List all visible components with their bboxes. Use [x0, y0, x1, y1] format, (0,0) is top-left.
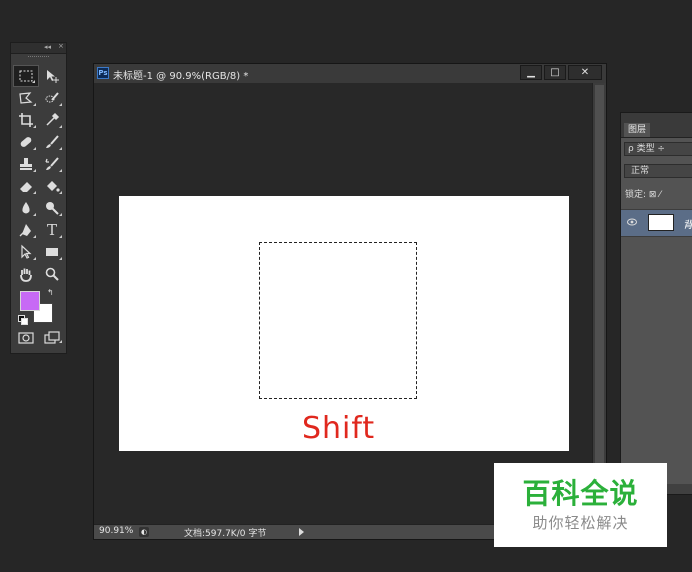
- document-size-info: 文档:597.7K/0 字节: [184, 529, 267, 539]
- canvas-area[interactable]: Shift: [94, 83, 593, 525]
- maximize-button[interactable]: □: [544, 65, 566, 80]
- eraser-icon: [20, 182, 32, 192]
- magnifier-icon: [45, 267, 59, 281]
- vertical-scrollbar[interactable]: [592, 83, 606, 525]
- eraser-tool[interactable]: [13, 175, 39, 197]
- document-titlebar[interactable]: Ps 未标题-1 @ 90.9%(RGB/8) * ▁ □ ✕: [94, 64, 606, 84]
- blend-mode-select[interactable]: 正常: [624, 164, 692, 178]
- path-selection-icon: [21, 244, 32, 259]
- watermark-subtitle: 助你轻松解决: [532, 514, 629, 532]
- lasso-icon: [19, 92, 33, 104]
- photoshop-logo-icon: Ps: [97, 67, 109, 79]
- rectangle-icon: [46, 248, 58, 256]
- screen-mode-icon: [44, 331, 60, 344]
- minimize-button[interactable]: ▁: [520, 65, 542, 80]
- eyedropper-tool[interactable]: [39, 109, 65, 131]
- paint-bucket-icon: [47, 181, 60, 192]
- status-menu-arrow-icon[interactable]: [299, 528, 304, 536]
- canvas-text: Shift: [302, 411, 376, 446]
- tab-layers[interactable]: 图层: [624, 123, 651, 137]
- swap-colors-icon[interactable]: ↰: [47, 288, 54, 297]
- watermark-title: 百科全说: [522, 477, 639, 510]
- close-window-button[interactable]: ✕: [568, 65, 602, 80]
- lock-controls[interactable]: 锁定: ⊠ ⁄: [625, 187, 661, 200]
- marquee-selection[interactable]: [259, 242, 417, 399]
- dodge-tool[interactable]: [39, 197, 65, 219]
- pen-tool[interactable]: [13, 219, 39, 241]
- status-info-icon[interactable]: ◐: [139, 527, 149, 537]
- eye-icon[interactable]: [627, 218, 637, 226]
- layers-panel: 图层 ρ 类型 ÷ 正常 锁定: ⊠ ⁄ 背: [620, 112, 692, 495]
- brush-icon: [46, 135, 59, 148]
- rectangle-tool[interactable]: [39, 241, 65, 263]
- foreground-color-swatch[interactable]: [20, 291, 40, 311]
- rectangular-marquee-tool[interactable]: [13, 65, 39, 87]
- zoom-tool[interactable]: [39, 263, 65, 285]
- document-title: 未标题-1 @ 90.9%(RGB/8) *: [113, 71, 249, 82]
- hand-tool[interactable]: [13, 263, 39, 285]
- dodge-icon: [46, 202, 59, 215]
- type-icon: T: [46, 221, 57, 239]
- lasso-tool[interactable]: [13, 87, 39, 109]
- pen-icon: [19, 224, 31, 237]
- close-icon[interactable]: ×: [58, 42, 64, 50]
- paint-bucket-tool[interactable]: [39, 175, 65, 197]
- scrollbar-thumb[interactable]: [595, 85, 604, 523]
- watermark-logo: 百科全说 助你轻松解决: [494, 463, 667, 547]
- move-icon: [47, 70, 59, 83]
- stamp-icon: [20, 158, 32, 170]
- brush-tool[interactable]: [39, 131, 65, 153]
- document-canvas[interactable]: Shift: [119, 196, 569, 451]
- blur-tool[interactable]: [13, 197, 39, 219]
- bandage-icon: [20, 137, 32, 147]
- quick-selection-icon: [45, 92, 59, 103]
- healing-brush-tool[interactable]: [13, 131, 39, 153]
- clone-stamp-tool[interactable]: [13, 153, 39, 175]
- crop-tool[interactable]: [13, 109, 39, 131]
- zoom-level[interactable]: 90.91%: [99, 526, 133, 536]
- screen-mode-button[interactable]: [39, 330, 65, 346]
- hand-icon: [20, 268, 32, 282]
- history-brush-tool[interactable]: [39, 153, 65, 175]
- quick-selection-tool[interactable]: [39, 87, 65, 109]
- layer-name: 背: [683, 220, 692, 231]
- quick-mask-icon: [18, 332, 34, 344]
- droplet-icon: [22, 202, 30, 214]
- layer-thumbnail: [648, 214, 674, 231]
- type-tool[interactable]: T: [39, 219, 65, 241]
- panel-grip[interactable]: [28, 56, 49, 62]
- color-swatches: ↰: [11, 288, 66, 328]
- crop-icon: [19, 113, 33, 127]
- history-brush-icon: [45, 157, 59, 170]
- tools-panel-header[interactable]: ◂◂ ×: [11, 42, 66, 54]
- default-colors-icon[interactable]: [18, 315, 28, 325]
- layer-filter-select[interactable]: ρ 类型 ÷: [624, 142, 692, 156]
- quick-mask-button[interactable]: [13, 330, 39, 346]
- collapse-icon[interactable]: ◂◂: [44, 43, 51, 51]
- tools-panel: ◂◂ × T ↰: [10, 42, 67, 354]
- eyedropper-icon: [46, 112, 60, 126]
- layer-row[interactable]: 背: [621, 209, 692, 237]
- path-selection-tool[interactable]: [13, 241, 39, 263]
- move-tool[interactable]: [39, 65, 65, 87]
